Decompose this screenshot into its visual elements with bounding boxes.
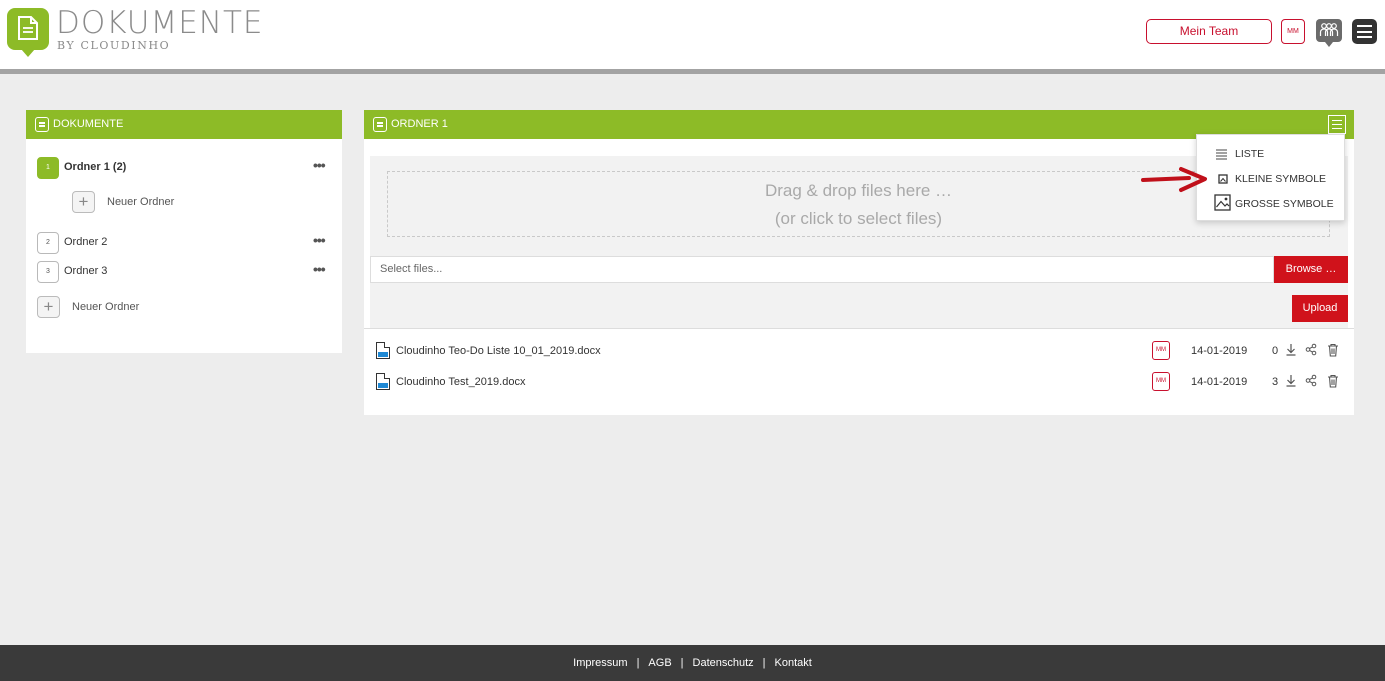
footer-separator: | xyxy=(636,657,640,669)
my-team-button[interactable]: Mein Team xyxy=(1146,19,1272,44)
footer-separator: | xyxy=(680,657,684,669)
team-icon[interactable] xyxy=(1316,19,1342,47)
view-options-icon[interactable] xyxy=(1328,115,1346,134)
trash-icon[interactable] xyxy=(1327,374,1339,388)
list-icon xyxy=(1216,149,1227,160)
file-download-count: 3 xyxy=(1272,376,1279,388)
documents-icon xyxy=(373,117,387,132)
folder-label[interactable]: Ordner 1 (2) xyxy=(64,161,126,173)
folder-label[interactable]: Ordner 2 xyxy=(64,236,107,248)
folder-title: ORDNER 1 xyxy=(391,118,448,130)
folder-2-more-icon[interactable]: ••• xyxy=(313,233,326,247)
folder-number: 3 xyxy=(37,261,59,283)
file-name[interactable]: Cloudinho Test_2019.docx xyxy=(396,376,525,388)
divider xyxy=(364,328,1354,329)
menu-item-label: GROSSE SYMBOLE xyxy=(1235,198,1334,210)
logo-subtitle: BY CLOUDINHO xyxy=(57,39,171,52)
trash-icon[interactable] xyxy=(1327,343,1339,357)
logo-title[interactable]: DOKUMENTE xyxy=(56,5,264,41)
file-select-input[interactable]: Select files... xyxy=(370,256,1274,283)
folders-panel-title: DOKUMENTE xyxy=(53,118,124,130)
large-icons-icon xyxy=(1214,194,1231,211)
download-icon[interactable] xyxy=(1285,374,1297,387)
dropzone-line-2: (or click to select files) xyxy=(774,209,943,228)
documents-icon xyxy=(35,117,49,132)
folders-panel: DOKUMENTE 1 Ordner 1 (2) ••• + Neuer Ord… xyxy=(26,110,342,353)
file-row[interactable]: Cloudinho Teo-Do Liste 10_01_2019.docx M… xyxy=(364,340,1354,364)
folder-label[interactable]: Ordner 3 xyxy=(64,265,107,277)
menu-item-label: LISTE xyxy=(1235,148,1265,160)
logo-icon[interactable] xyxy=(7,8,49,57)
footer-link-datenschutz[interactable]: Datenschutz xyxy=(693,657,754,669)
download-icon[interactable] xyxy=(1285,343,1297,356)
footer-separator: | xyxy=(762,657,766,669)
file-row[interactable]: Cloudinho Test_2019.docx MM 14-01-2019 3 xyxy=(364,371,1354,395)
file-owner-avatar: MM xyxy=(1152,372,1170,391)
folder-1-more-icon[interactable]: ••• xyxy=(313,158,326,172)
menu-item-list[interactable]: LISTE xyxy=(1197,143,1346,165)
user-avatar[interactable]: MM xyxy=(1281,19,1305,44)
footer-link-impressum[interactable]: Impressum xyxy=(573,657,627,669)
share-icon[interactable] xyxy=(1305,343,1317,356)
docx-file-icon xyxy=(376,342,390,359)
footer: Impressum | AGB | Datenschutz | Kontakt xyxy=(0,645,1385,681)
folder-number: 1 xyxy=(37,157,59,179)
file-download-count: 0 xyxy=(1272,345,1279,357)
file-name[interactable]: Cloudinho Teo-Do Liste 10_01_2019.docx xyxy=(396,345,601,357)
new-subfolder-label: Neuer Ordner xyxy=(107,196,175,208)
menu-item-label: KLEINE SYMBOLE xyxy=(1235,173,1327,185)
header-divider xyxy=(0,69,1385,74)
file-date: 14-01-2019 xyxy=(1191,345,1248,357)
footer-link-agb[interactable]: AGB xyxy=(648,657,671,669)
docx-file-icon xyxy=(376,373,390,390)
menu-item-large-icons[interactable]: GROSSE SYMBOLE xyxy=(1197,193,1346,215)
footer-link-kontakt[interactable]: Kontakt xyxy=(775,657,812,669)
upload-button[interactable]: Upload xyxy=(1292,295,1348,322)
folder-3-more-icon[interactable]: ••• xyxy=(313,262,326,276)
plus-icon: + xyxy=(72,191,95,213)
plus-icon: + xyxy=(37,296,60,318)
app-header: DOKUMENTE BY CLOUDINHO Mein Team MM xyxy=(0,0,1385,69)
folders-panel-header: DOKUMENTE xyxy=(26,110,342,139)
menu-item-small-icons[interactable]: KLEINE SYMBOLE xyxy=(1197,168,1346,190)
view-mode-menu: LISTE KLEINE SYMBOLE GROSSE SYMBOLE xyxy=(1196,134,1345,221)
main-menu-icon[interactable] xyxy=(1352,19,1377,44)
file-date: 14-01-2019 xyxy=(1191,376,1248,388)
browse-button[interactable]: Browse … xyxy=(1274,256,1348,283)
annotation-arrow-icon xyxy=(1141,167,1207,192)
share-icon[interactable] xyxy=(1305,374,1317,387)
small-icons-icon xyxy=(1218,174,1228,184)
file-owner-avatar: MM xyxy=(1152,341,1170,360)
new-folder-label: Neuer Ordner xyxy=(72,301,140,313)
folder-number: 2 xyxy=(37,232,59,254)
